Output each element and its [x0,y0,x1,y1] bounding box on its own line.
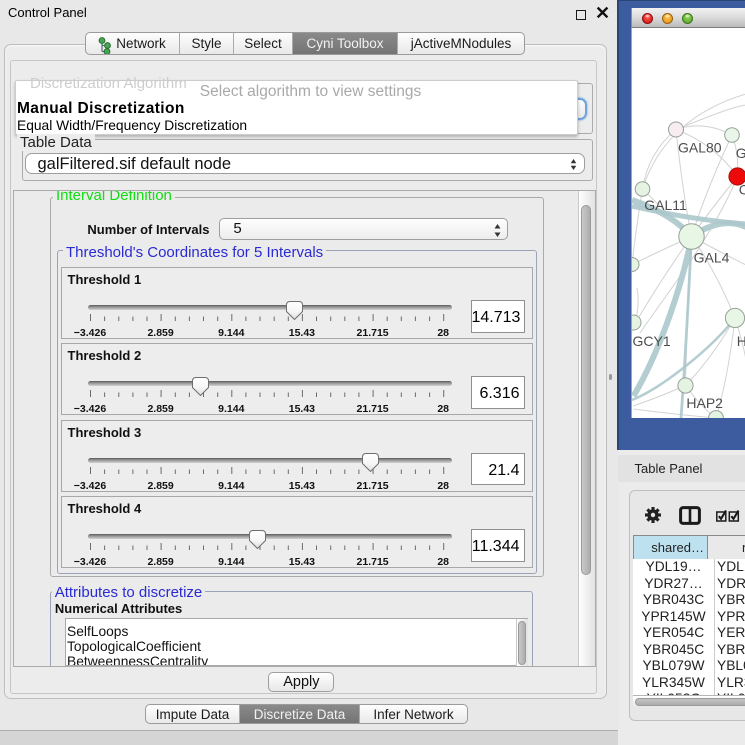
svg-text:GAL80: GAL80 [678,140,722,156]
svg-text:GCY1: GCY1 [633,333,671,349]
svg-text:GA: GA [736,145,745,161]
svg-text:C: C [739,182,745,198]
svg-text:HAP2: HAP2 [686,395,723,411]
svg-text:GAL4: GAL4 [694,249,730,265]
svg-text:GAL11: GAL11 [644,197,687,213]
svg-text:H: H [737,333,745,349]
